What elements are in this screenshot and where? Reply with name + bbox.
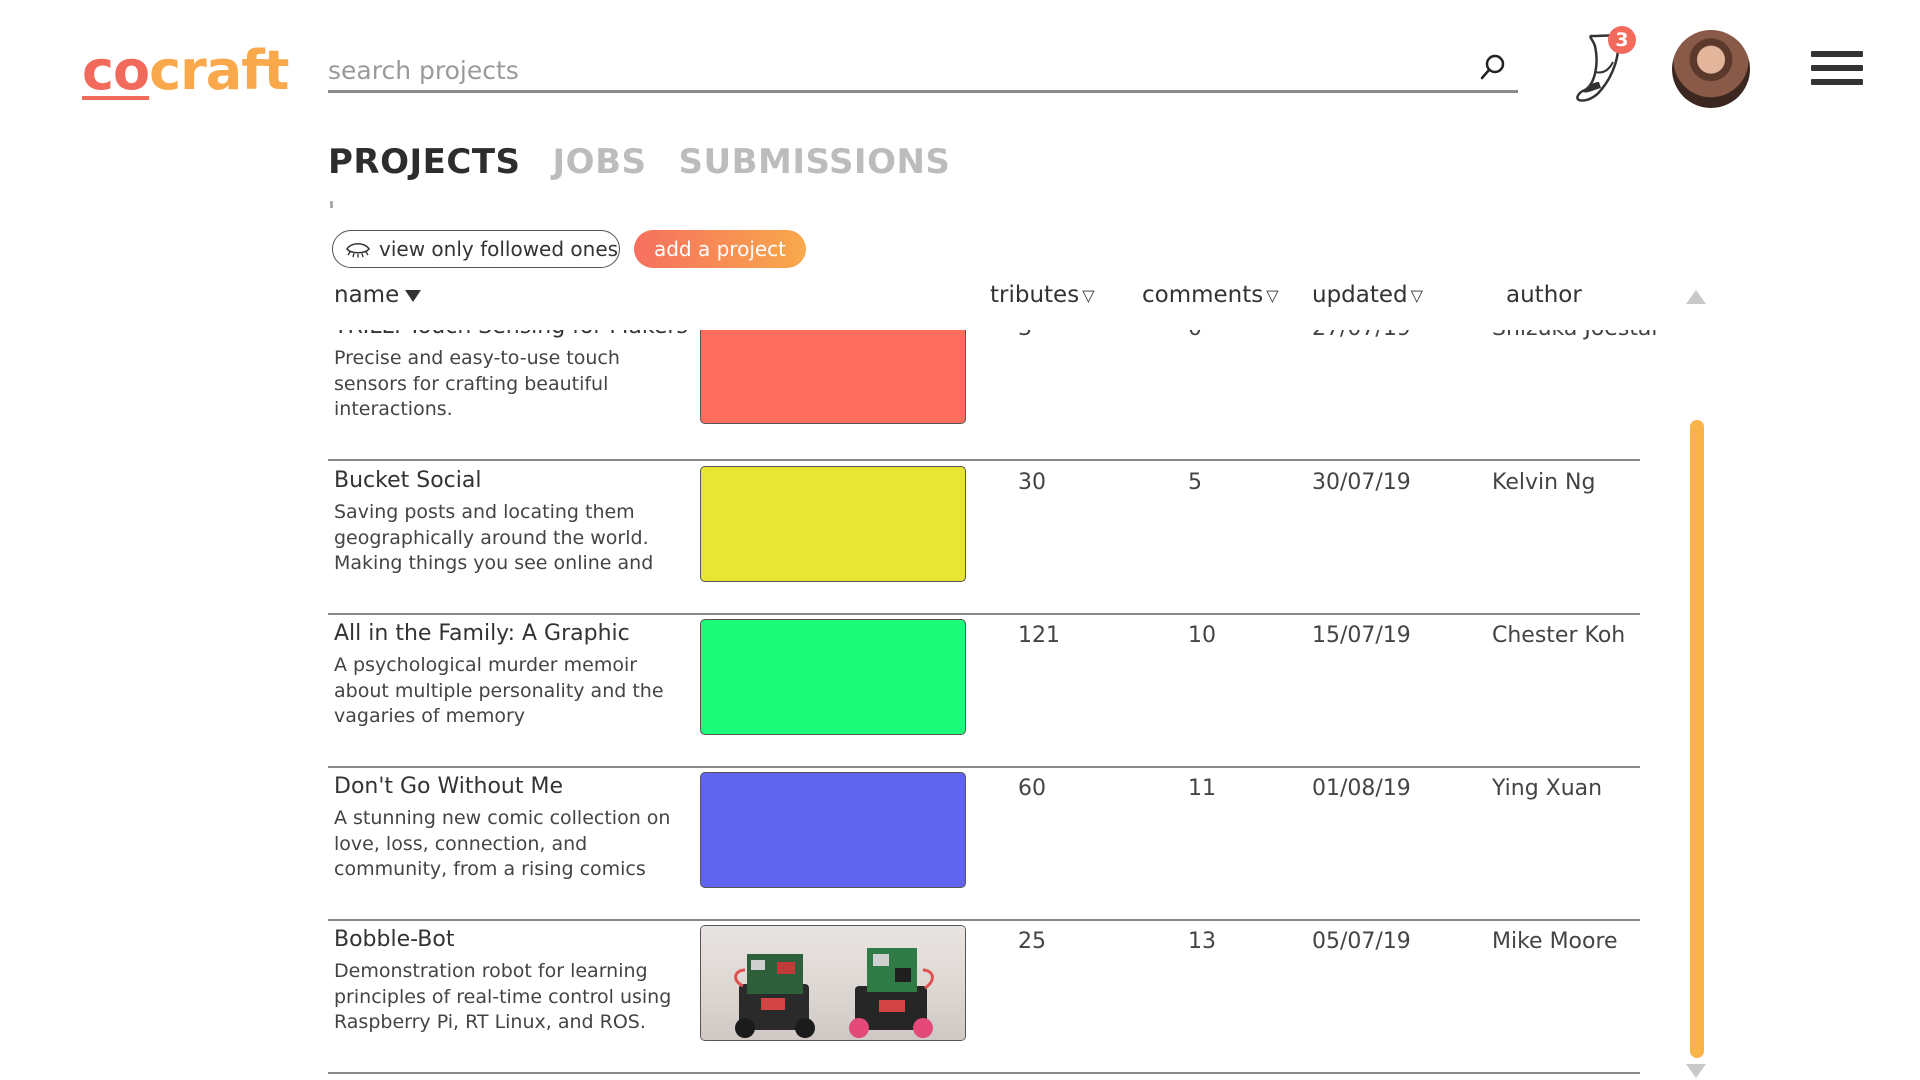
column-author[interactable]: author (1506, 282, 1582, 308)
project-title[interactable]: Bobble-Bot (334, 927, 454, 952)
project-thumbnail[interactable] (700, 772, 966, 888)
author-name[interactable]: Shizuka Joestar (1492, 330, 1660, 341)
eye-icon (346, 242, 370, 258)
cocraft-logo[interactable]: cocraft (82, 38, 290, 104)
column-comments-label: comments (1142, 282, 1264, 308)
author-name[interactable]: Ying Xuan (1492, 776, 1602, 801)
updated-date: 01/08/19 (1312, 776, 1411, 801)
project-title[interactable]: All in the Family: A Graphic (334, 621, 630, 646)
sort-toggle-icon: ▽ (1266, 286, 1279, 305)
row-divider (328, 919, 1640, 921)
tab-indicator (330, 201, 333, 208)
column-updated[interactable]: updated ▽ (1312, 282, 1423, 308)
tab-projects[interactable]: PROJECTS (328, 142, 521, 182)
logo-craft: craft (149, 39, 289, 102)
updated-date: 05/07/19 (1312, 929, 1411, 954)
column-author-label: author (1506, 282, 1582, 308)
updated-date: 27/07/19 (1312, 330, 1411, 341)
table-row[interactable]: Don't Go Without Me A stunning new comic… (0, 772, 1920, 926)
notifications-button[interactable]: 3 (1565, 24, 1645, 108)
tributes-count: 60 (1018, 776, 1046, 801)
column-tributes-label: tributes (990, 282, 1080, 308)
project-description: Precise and easy-to-use touch sensors fo… (334, 347, 620, 420)
column-name-label: name (334, 282, 400, 308)
author-name[interactable]: Chester Koh (1492, 623, 1625, 648)
search-bar[interactable]: search projects (328, 50, 1518, 93)
robot-image (734, 954, 815, 1038)
comments-count: 11 (1188, 776, 1216, 801)
search-input[interactable]: search projects (328, 56, 519, 85)
scroll-up-arrow-icon[interactable] (1686, 290, 1706, 304)
column-updated-label: updated (1312, 282, 1408, 308)
project-title[interactable]: Bucket Social (334, 468, 481, 493)
sort-toggle-icon: ▽ (1410, 286, 1423, 305)
column-tributes[interactable]: tributes ▽ (990, 282, 1095, 308)
project-thumbnail[interactable] (700, 466, 966, 582)
project-title[interactable]: Don't Go Without Me (334, 774, 563, 799)
tributes-count: 3 (1018, 330, 1032, 341)
row-divider (328, 613, 1640, 615)
tributes-count: 121 (1018, 623, 1060, 648)
comments-count: 5 (1188, 470, 1202, 495)
column-name[interactable]: name (334, 282, 422, 308)
sort-toggle-icon: ▽ (1082, 286, 1095, 305)
table-row[interactable]: TRILL: Touch Sensing for Makers Precise … (0, 330, 1920, 466)
projects-table: TRILL: Touch Sensing for Makers Precise … (0, 330, 1920, 1080)
project-description: Saving posts and locating them geographi… (334, 501, 654, 574)
project-thumbnail[interactable] (700, 925, 966, 1041)
tributes-count: 25 (1018, 929, 1046, 954)
updated-date: 30/07/19 (1312, 470, 1411, 495)
view-followed-label: view only followed ones (379, 237, 619, 261)
notification-badge: 3 (1608, 26, 1636, 54)
row-divider (328, 459, 1640, 461)
comments-count: 13 (1188, 929, 1216, 954)
user-avatar[interactable] (1672, 30, 1750, 108)
project-description: A psychological murder memoir about mult… (334, 654, 664, 727)
author-name[interactable]: Kelvin Ng (1492, 470, 1595, 495)
table-header: name tributes ▽ comments ▽ updated ▽ author (0, 282, 1920, 318)
tab-jobs[interactable]: JOBS (553, 142, 647, 182)
table-row[interactable]: Bucket Social Saving posts and locating … (0, 466, 1920, 620)
comments-count: 10 (1188, 623, 1216, 648)
table-row[interactable]: Bobble-Bot Demonstration robot for learn… (0, 925, 1920, 1079)
project-thumbnail[interactable] (700, 619, 966, 735)
sort-desc-icon (405, 289, 422, 302)
row-divider (328, 1072, 1640, 1074)
column-comments[interactable]: comments ▽ (1142, 282, 1279, 308)
project-thumbnail[interactable] (700, 330, 966, 424)
project-description: Demonstration robot for learning princip… (334, 960, 672, 1033)
search-icon[interactable] (1478, 52, 1508, 82)
tributes-count: 30 (1018, 470, 1046, 495)
scroll-down-arrow-icon[interactable] (1686, 1064, 1706, 1078)
row-divider (328, 766, 1640, 768)
author-name[interactable]: Mike Moore (1492, 929, 1618, 954)
hamburger-icon[interactable] (1811, 51, 1863, 89)
project-title[interactable]: TRILL: Touch Sensing for Makers (334, 330, 688, 339)
project-description: A stunning new comic collection on love,… (334, 807, 671, 880)
view-followed-button[interactable]: view only followed ones (332, 230, 620, 268)
logo-co: co (82, 39, 150, 102)
section-tabs: PROJECTS JOBS SUBMISSIONS (328, 142, 950, 182)
robot-image (849, 948, 934, 1038)
updated-date: 15/07/19 (1312, 623, 1411, 648)
table-row[interactable]: All in the Family: A Graphic A psycholog… (0, 619, 1920, 773)
scrollbar-thumb[interactable] (1690, 420, 1704, 1058)
comments-count: 0 (1188, 330, 1202, 341)
add-project-button[interactable]: add a project (634, 230, 806, 268)
tab-submissions[interactable]: SUBMISSIONS (678, 142, 950, 182)
